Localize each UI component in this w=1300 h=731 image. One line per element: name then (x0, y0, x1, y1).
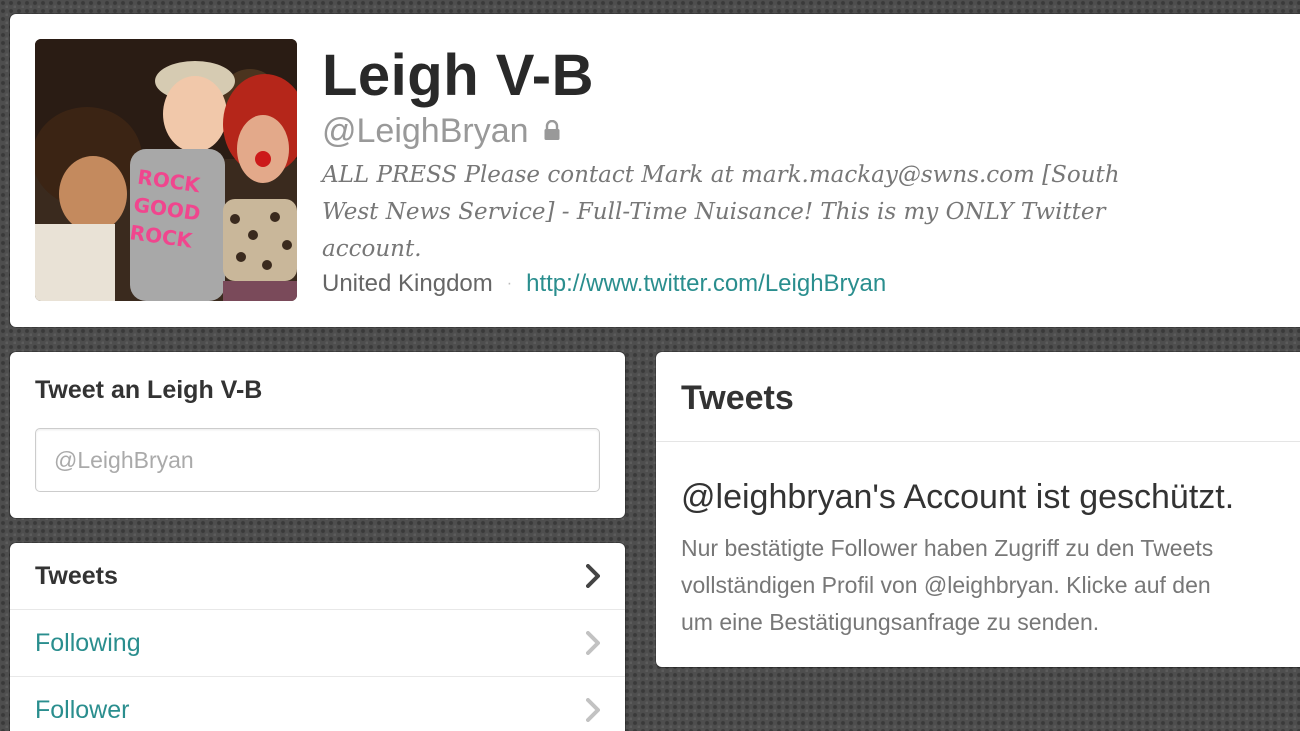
profile-bio: ALL PRESS Please contact Mark at mark.ma… (322, 162, 1120, 262)
profile-nav-card: Tweets Following Follower (10, 543, 625, 731)
tweets-panel: Tweets @leighbryan's Account ist geschüt… (656, 352, 1300, 667)
profile-meta: United Kingdom · http://www.twitter.com/… (322, 270, 886, 298)
avatar-photo: ROCK GOOD ROCK (35, 39, 297, 301)
profile-screen-name: @LeighBryan (322, 112, 529, 150)
profile-website-link[interactable]: http://www.twitter.com/LeighBryan (526, 270, 886, 298)
chevron-right-icon (586, 564, 600, 588)
nav-item-follower[interactable]: Follower (10, 677, 625, 731)
protected-account-message: Nur bestätigte Follower haben Zugriff zu… (681, 535, 1214, 635)
nav-item-label: Follower (35, 695, 130, 724)
chevron-right-icon (586, 631, 600, 655)
screen-name-row: @LeighBryan (322, 112, 561, 151)
tweets-title: Tweets (681, 379, 794, 417)
lock-icon (543, 119, 561, 142)
tweet-to-title: Tweet an Leigh V-B (35, 376, 263, 404)
profile-location: United Kingdom (322, 270, 493, 297)
profile-header-card: ROCK GOOD ROCK Leigh V-B @LeighBryan ALL… (10, 14, 1300, 327)
nav-item-following[interactable]: Following (10, 610, 625, 677)
avatar[interactable]: ROCK GOOD ROCK (35, 39, 297, 301)
tweet-to-input[interactable] (35, 428, 600, 492)
protected-account-heading: @leighbryan's Account ist geschützt. (681, 478, 1235, 516)
tweets-header: Tweets (656, 352, 1300, 442)
chevron-right-icon (586, 698, 600, 722)
profile-fullname: Leigh V-B (322, 43, 594, 108)
nav-item-label: Tweets (35, 561, 118, 590)
meta-separator: · (506, 275, 513, 292)
nav-item-label: Following (35, 628, 141, 657)
tweet-to-card: Tweet an Leigh V-B (10, 352, 625, 518)
nav-item-tweets[interactable]: Tweets (10, 543, 625, 610)
